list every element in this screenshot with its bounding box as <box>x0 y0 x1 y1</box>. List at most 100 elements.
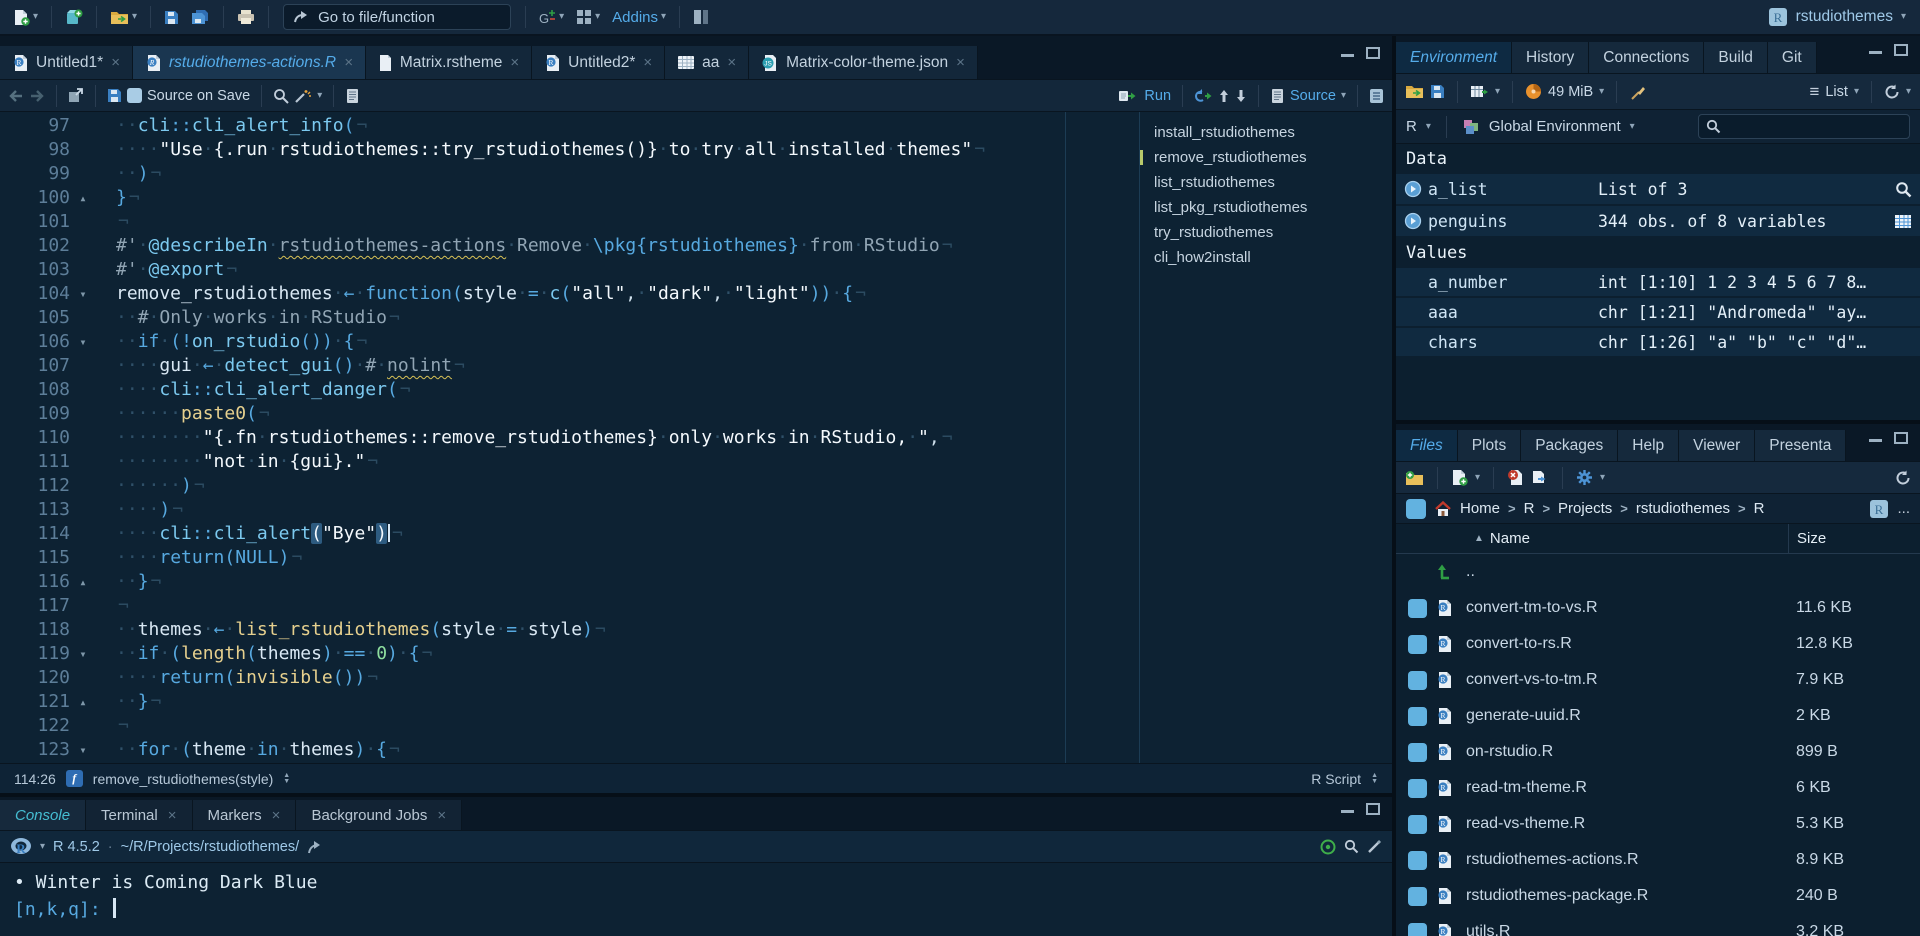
close-icon[interactable]: × <box>956 54 965 71</box>
goto-file-function-input[interactable] <box>316 8 501 27</box>
code-text[interactable]: ····cli::cli_alert("Bye")¬ <box>96 522 403 546</box>
source-doc-icon[interactable] <box>1270 88 1285 104</box>
editor-tab-matrix-rstheme[interactable]: Matrix.rstheme× <box>366 46 532 79</box>
fold-marker-icon[interactable]: ▾ <box>70 330 96 354</box>
file-name[interactable]: utils.R <box>1462 923 1788 936</box>
breadcrumb-item-home[interactable]: Home <box>1460 500 1500 517</box>
file-name[interactable]: read-vs-theme.R <box>1462 815 1788 833</box>
caret-down-icon[interactable]: ▾ <box>317 91 322 101</box>
inspect-icon[interactable] <box>1888 181 1912 198</box>
code-text[interactable]: ··cli::cli_alert_info(¬ <box>96 114 367 138</box>
outline-item-list_pkg_rstudiothemes[interactable]: list_pkg_rstudiothemes <box>1140 195 1392 220</box>
maximize-icon[interactable] <box>1894 432 1908 444</box>
file-checkbox[interactable] <box>1408 707 1427 726</box>
memory-usage-icon[interactable] <box>1525 83 1542 100</box>
file-row[interactable]: Rconvert-vs-to-tm.R7.9 KB <box>1396 662 1920 698</box>
parent-directory-icon[interactable] <box>1430 564 1462 580</box>
close-icon[interactable]: × <box>272 807 281 824</box>
env-row-a_list[interactable]: a_listList of 3 <box>1396 174 1920 206</box>
caret-down-icon[interactable]: ▾ <box>40 842 45 852</box>
language-selector[interactable]: R <box>1406 118 1417 135</box>
code-text[interactable]: ¬ <box>96 714 129 738</box>
files-tab-presenta[interactable]: Presenta <box>1755 430 1846 461</box>
console-search-icon[interactable] <box>1344 839 1359 854</box>
code-text[interactable]: ········"{.fn·rstudiothemes::remove_rstu… <box>96 426 953 450</box>
editor-tab-untitled2-[interactable]: RUntitled2*× <box>532 46 665 79</box>
back-icon[interactable] <box>8 89 24 103</box>
fold-marker-icon[interactable]: ▴ <box>70 570 96 594</box>
new-blank-file-icon[interactable] <box>1451 469 1468 486</box>
breadcrumb-item-rstudiothemes[interactable]: rstudiothemes <box>1636 500 1730 517</box>
project-menu-button[interactable]: R rstudiothemes ▾ <box>1768 7 1912 27</box>
minimize-icon[interactable] <box>1341 54 1354 57</box>
rerun-icon[interactable] <box>1194 89 1213 103</box>
code-text[interactable]: ¬ <box>96 594 129 618</box>
environment-search-box[interactable] <box>1698 114 1910 139</box>
file-checkbox[interactable] <box>1408 923 1427 936</box>
version-control-button[interactable]: G▾ <box>534 6 569 29</box>
code-text[interactable]: ··if·(length(themes)·==·0)·{¬ <box>96 642 432 666</box>
file-row[interactable]: Rrstudiothemes-package.R240 B <box>1396 878 1920 914</box>
outline-item-cli_how2install[interactable]: cli_how2install <box>1140 245 1392 270</box>
files-tab-viewer[interactable]: Viewer <box>1679 430 1755 461</box>
rename-file-icon[interactable] <box>1531 470 1549 486</box>
list-mode-selector[interactable]: List <box>1825 84 1848 100</box>
file-type-selector[interactable]: R Script <box>1311 771 1361 787</box>
code-tools-icon[interactable] <box>294 88 312 104</box>
minimize-icon[interactable] <box>1341 810 1354 813</box>
open-file-button[interactable]: ▾ <box>105 7 142 28</box>
file-name[interactable]: rstudiothemes-package.R <box>1462 887 1788 905</box>
file-row[interactable]: Rread-tm-theme.R6 KB <box>1396 770 1920 806</box>
breadcrumb-item-projects[interactable]: Projects <box>1558 500 1612 517</box>
previous-chunk-icon[interactable] <box>1218 89 1230 103</box>
view-table-icon[interactable] <box>1888 214 1912 229</box>
save-icon[interactable] <box>107 88 122 103</box>
caret-down-icon[interactable]: ▾ <box>1854 87 1859 97</box>
more-path-button[interactable]: ... <box>1897 500 1910 517</box>
file-checkbox[interactable] <box>1408 851 1427 870</box>
file-row[interactable]: Rread-vs-theme.R5.3 KB <box>1396 806 1920 842</box>
code-text[interactable]: ¬ <box>96 210 129 234</box>
code-text[interactable]: }¬ <box>96 186 140 210</box>
files-tab-plots[interactable]: Plots <box>1458 430 1521 461</box>
code-text[interactable]: ········"not·in·{gui}."¬ <box>96 450 378 474</box>
file-row[interactable]: .. <box>1396 554 1920 590</box>
source-button[interactable]: Source <box>1290 88 1336 104</box>
file-name[interactable]: rstudiothemes-actions.R <box>1462 851 1788 869</box>
code-text[interactable]: ····cli::cli_alert_danger(¬ <box>96 378 411 402</box>
editor-tab-untitled1-[interactable]: RUntitled1*× <box>0 46 133 79</box>
files-tab-help[interactable]: Help <box>1618 430 1679 461</box>
console-tab-terminal[interactable]: Terminal× <box>86 800 192 830</box>
file-name[interactable]: on-rstudio.R <box>1462 743 1788 761</box>
outline-item-install_rstudiothemes[interactable]: install_rstudiothemes <box>1140 120 1392 145</box>
file-row[interactable]: Rrstudiothemes-actions.R8.9 KB <box>1396 842 1920 878</box>
addins-button[interactable]: Addins▾ <box>607 6 671 29</box>
code-text[interactable]: ··if·(!on_rstudio())·{¬ <box>96 330 367 354</box>
environment-scope-selector[interactable]: Global Environment <box>1489 118 1621 135</box>
load-workspace-icon[interactable] <box>1405 84 1424 99</box>
save-workspace-icon[interactable] <box>1430 84 1445 99</box>
file-name[interactable]: convert-vs-to-tm.R <box>1462 671 1788 689</box>
fold-marker-icon[interactable]: ▾ <box>70 738 96 762</box>
file-checkbox[interactable] <box>1408 635 1427 654</box>
caret-down-icon[interactable]: ▾ <box>1426 122 1431 132</box>
code-text[interactable]: #'·@export¬ <box>96 258 237 282</box>
close-icon[interactable]: × <box>437 807 446 824</box>
file-row[interactable]: Ron-rstudio.R899 B <box>1396 734 1920 770</box>
close-icon[interactable]: × <box>111 54 120 71</box>
home-icon[interactable] <box>1434 501 1452 517</box>
code-text[interactable]: ····)¬ <box>96 498 183 522</box>
close-icon[interactable]: × <box>510 54 519 71</box>
compile-report-icon[interactable] <box>345 88 360 104</box>
file-name[interactable]: convert-to-rs.R <box>1462 635 1788 653</box>
environment-tab-environment[interactable]: Environment <box>1396 42 1512 73</box>
environment-tab-git[interactable]: Git <box>1768 42 1817 73</box>
env-row-aaa[interactable]: aaachr [1:21] "Andromeda" "ay… <box>1396 298 1920 328</box>
env-row-a_number[interactable]: a_numberint [1:10] 1 2 3 4 5 6 7 8… <box>1396 268 1920 298</box>
file-type-arrows-icon[interactable]: ▲▼ <box>1371 773 1378 785</box>
editor-tab-rstudiothemes-actions-r[interactable]: Rrstudiothemes-actions.R× <box>133 46 366 79</box>
delete-file-icon[interactable] <box>1507 469 1524 486</box>
document-outline-toggle-icon[interactable] <box>1369 88 1384 104</box>
workspace-panes-button[interactable]: ▾ <box>571 6 605 28</box>
console-output[interactable]: • Winter is Coming Dark Blue [n,k,q]: <box>0 863 1392 936</box>
